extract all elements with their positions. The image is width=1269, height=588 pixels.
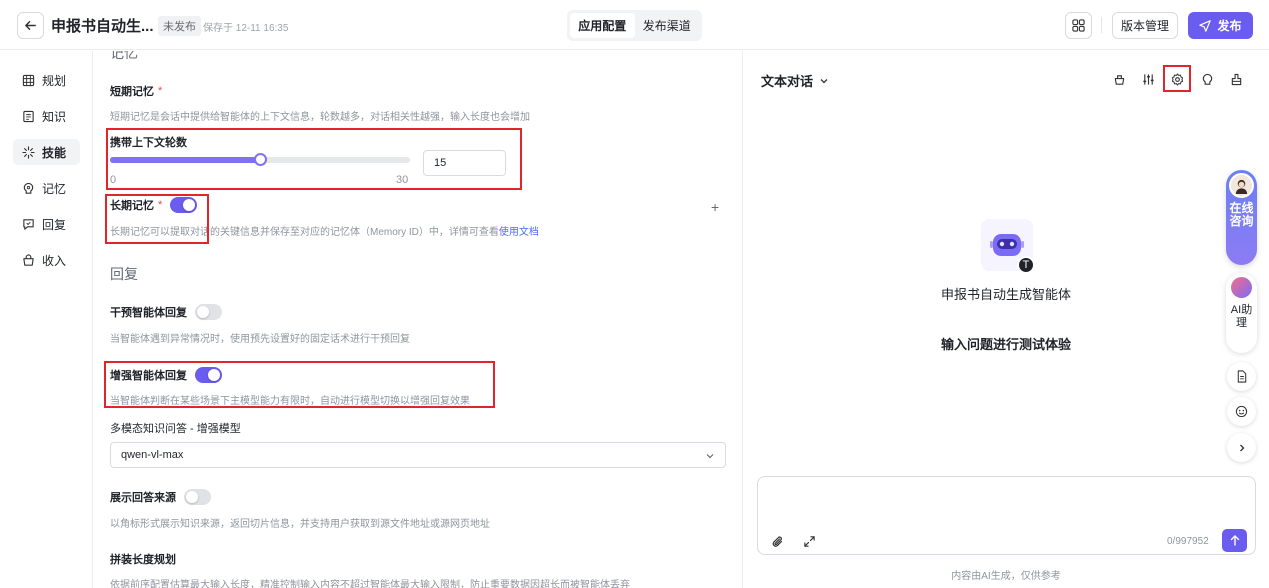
add-icon[interactable]: +: [711, 199, 719, 215]
source-label: 展示回答来源: [110, 489, 211, 505]
section-memory-title: 记忆: [110, 51, 138, 61]
knowledge-icon: [22, 110, 35, 123]
highlight-box-enhance: [104, 361, 495, 408]
tab-app-config[interactable]: 应用配置: [570, 13, 635, 38]
grid-icon: [1072, 19, 1085, 32]
test-hint: 输入问题进行测试体验: [940, 337, 1071, 352]
income-icon: [22, 253, 35, 267]
sidebar-item-income[interactable]: 收入: [13, 247, 80, 273]
robot-icon: [990, 234, 1024, 256]
chevron-down-icon: [706, 454, 714, 459]
clean-brush-icon[interactable]: [1228, 71, 1244, 87]
publish-label: 发布: [1217, 19, 1242, 33]
top-header: 申报书自动生... 未发布 保存于 12-11 16:35 应用配置 发布渠道 …: [0, 0, 1269, 50]
reply-icon: [22, 218, 35, 231]
smile-icon: [1235, 405, 1248, 418]
agent-avatar-icon: [1229, 173, 1254, 198]
sidebar: 规划 知识 技能 记忆 回复 收入: [0, 51, 93, 588]
intervene-text: 干预智能体回复: [110, 307, 187, 319]
memory-icon: [22, 182, 35, 195]
preview-panel: 文本对话 T 申报书自动生成智能体 输入问题进行测试体验 0/997952 内容…: [743, 51, 1269, 588]
chat-mode-select[interactable]: 文本对话: [761, 71, 829, 90]
doc-link[interactable]: 使用文档: [499, 227, 539, 238]
short-memory-label: 短期记忆 *: [110, 83, 162, 99]
sidebar-item-memory[interactable]: 记忆: [13, 175, 80, 201]
online-consult-button[interactable]: 在线咨询: [1226, 170, 1257, 265]
app-title[interactable]: 申报书自动生...: [51, 15, 154, 36]
sidebar-item-planning[interactable]: 规划: [13, 67, 80, 93]
version-management-button[interactable]: 版本管理: [1112, 12, 1178, 39]
sidebar-item-label: 记忆: [42, 181, 67, 196]
short-memory-text: 短期记忆: [110, 86, 154, 98]
apps-grid-button[interactable]: [1065, 12, 1092, 39]
sidebar-item-label: 收入: [42, 253, 67, 268]
sidebar-item-skills[interactable]: 技能: [13, 139, 80, 165]
required-mark: *: [158, 85, 163, 97]
short-memory-desc: 短期记忆是会话中提供给智能体的上下文信息，轮数越多，对话相关性越强，输入长度也会…: [110, 112, 530, 123]
ai-assistant-button[interactable]: AI助理: [1226, 273, 1257, 353]
enhance-model-select[interactable]: qwen-vl-max: [110, 442, 726, 468]
arrow-left-icon: [25, 21, 36, 30]
ai-assistant-label: AI助理: [1230, 304, 1253, 329]
save-time: 保存于 12-11 16:35: [203, 23, 289, 34]
config-tabs: 应用配置 发布渠道: [567, 10, 702, 41]
source-desc: 以角标形式展示知识来源，返回切片信息，并支持用户获取到源文件地址或源网页地址: [110, 519, 490, 530]
online-consult-label: 在线咨询: [1229, 201, 1254, 228]
sidebar-item-label: 知识: [42, 109, 67, 124]
length-plan-label: 拼装长度规划: [110, 554, 176, 566]
highlight-box-rounds: [106, 128, 522, 190]
config-panel: 记忆 短期记忆 * 短期记忆是会话中提供给智能体的上下文信息，轮数越多，对话相关性…: [94, 51, 742, 588]
sliders-icon[interactable]: [1140, 71, 1156, 87]
chevron-right-icon: [1239, 444, 1244, 451]
clear-icon[interactable]: [1111, 71, 1127, 87]
document-float-button[interactable]: [1227, 362, 1256, 391]
source-toggle[interactable]: [184, 489, 211, 505]
skills-icon: [22, 145, 35, 159]
arrow-up-icon: [1230, 535, 1239, 546]
char-count: 0/997952: [1167, 536, 1209, 547]
publish-button[interactable]: 发布: [1188, 12, 1253, 39]
status-badge: 未发布: [158, 16, 201, 36]
source-text: 展示回答来源: [110, 492, 176, 504]
feedback-float-button[interactable]: [1227, 397, 1256, 426]
send-icon: [1199, 19, 1212, 32]
sidebar-item-label: 回复: [42, 217, 67, 232]
chat-mode-label: 文本对话: [761, 74, 814, 89]
chat-input-box[interactable]: 0/997952: [757, 476, 1256, 555]
intervene-label: 干预智能体回复: [110, 304, 222, 320]
highlight-box-long-memory: [105, 194, 209, 244]
sidebar-item-knowledge[interactable]: 知识: [13, 103, 80, 129]
select-value: qwen-vl-max: [121, 449, 184, 461]
send-button[interactable]: [1222, 529, 1247, 552]
avatar-badge: T: [1017, 256, 1035, 274]
sidebar-item-label: 技能: [42, 145, 67, 160]
header-divider: [1101, 17, 1102, 33]
ai-disclaimer: 内容由AI生成，仅供参考: [951, 571, 1061, 582]
chevron-down-icon: [820, 78, 828, 83]
highlight-box-settings: [1163, 65, 1191, 92]
section-reply-title: 回复: [110, 266, 138, 282]
document-icon: [1237, 370, 1246, 383]
collapse-float-button[interactable]: [1227, 433, 1256, 462]
intervene-desc: 当智能体遇到异常情况时，使用预先设置好的固定话术进行干预回复: [110, 334, 410, 345]
multimodal-label: 多模态知识问答 - 增强模型: [110, 423, 241, 435]
length-plan-desc: 依据前序配置估算最大输入长度，精准控制输入内容不超过智能体最大输入限制，防止重要…: [110, 580, 630, 588]
intervene-toggle[interactable]: [195, 304, 222, 320]
tab-publish-channel[interactable]: 发布渠道: [635, 13, 700, 38]
expand-icon[interactable]: [803, 535, 816, 551]
sidebar-item-reply[interactable]: 回复: [13, 211, 80, 237]
memory-icon[interactable]: [1199, 71, 1215, 87]
agent-name: 申报书自动生成智能体: [940, 287, 1071, 302]
back-button[interactable]: [17, 12, 44, 39]
sidebar-item-label: 规划: [42, 73, 67, 88]
planning-icon: [22, 74, 35, 87]
ai-assistant-icon: [1231, 277, 1252, 298]
attachment-icon[interactable]: [771, 535, 785, 552]
